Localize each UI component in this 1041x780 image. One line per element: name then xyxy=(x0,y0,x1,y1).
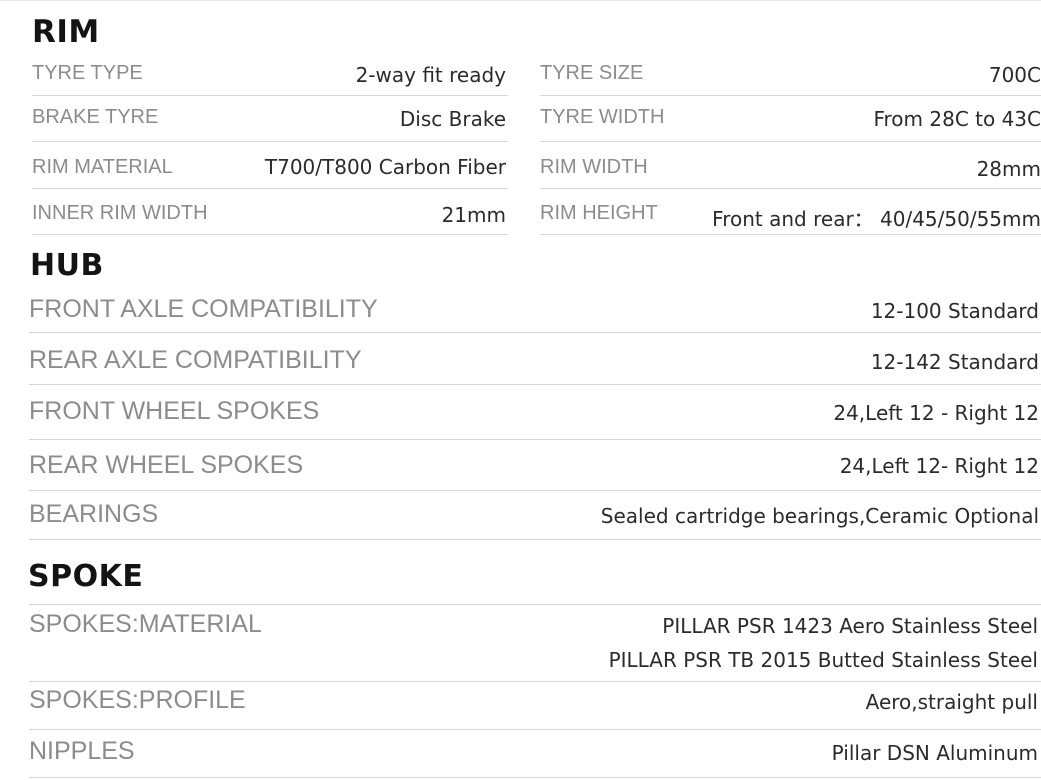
spec-value: 12-100 Standard xyxy=(870,299,1039,323)
row-divider xyxy=(540,234,1041,235)
row-divider xyxy=(29,439,1041,440)
row-divider xyxy=(29,539,1041,540)
spec-label: INNER RIM WIDTH xyxy=(32,202,208,224)
top-border xyxy=(0,0,1041,1)
row-divider xyxy=(29,777,1041,778)
row-divider xyxy=(29,384,1041,385)
row-divider xyxy=(29,490,1041,491)
spec-value: 28mm xyxy=(976,157,1041,181)
spec-label: TYRE TYPE xyxy=(32,62,143,84)
row-divider xyxy=(32,95,508,96)
spec-label: SPOKES:MATERIAL xyxy=(29,610,262,638)
spec-label: SPOKES:PROFILE xyxy=(29,686,246,714)
spec-label: RIM HEIGHT xyxy=(540,202,658,224)
spec-value: Front and rear： 40/45/50/55mm xyxy=(712,207,1041,231)
row-divider xyxy=(32,234,508,235)
spec-value: Disc Brake xyxy=(399,107,506,131)
spec-label: FRONT WHEEL SPOKES xyxy=(29,397,320,425)
spec-label: RIM WIDTH xyxy=(540,156,648,178)
spec-label: NIPPLES xyxy=(29,737,135,765)
spec-label: BEARINGS xyxy=(29,500,159,528)
spec-value: PILLAR PSR 1423 Aero Stainless Steel xyxy=(662,614,1038,638)
row-divider xyxy=(540,188,1041,189)
row-divider xyxy=(32,188,508,189)
spec-value: 12-142 Standard xyxy=(870,350,1039,374)
spec-value: Aero,straight pull xyxy=(865,690,1038,714)
spec-value: 24,Left 12 - Right 12 xyxy=(833,401,1039,425)
spec-value: T700/T800 Carbon Fiber xyxy=(264,155,506,179)
row-divider xyxy=(32,141,508,142)
spec-value: From 28C to 43C xyxy=(873,107,1041,131)
spec-value: 2-way fit ready xyxy=(355,63,506,87)
spec-label: REAR AXLE COMPATIBILITY xyxy=(29,346,362,374)
spec-label: REAR WHEEL SPOKES xyxy=(29,451,304,479)
row-divider xyxy=(540,95,1041,96)
spec-label: TYRE WIDTH xyxy=(540,106,665,128)
rim-title: RIM xyxy=(32,14,100,50)
hub-title: HUB xyxy=(30,248,104,283)
row-divider xyxy=(29,332,1041,333)
spec-label: FRONT AXLE COMPATIBILITY xyxy=(29,295,378,323)
row-divider xyxy=(29,604,1041,605)
spoke-title: SPOKE xyxy=(28,559,144,594)
spec-label: RIM MATERIAL xyxy=(32,156,173,178)
spec-value-secondary: PILLAR PSR TB 2015 Butted Stainless Stee… xyxy=(608,648,1038,672)
spec-value: Pillar DSN Aluminum xyxy=(831,741,1038,765)
row-divider xyxy=(29,729,1041,730)
row-divider xyxy=(540,141,1041,142)
spec-value: 21mm xyxy=(441,203,506,227)
spec-label: BRAKE TYRE xyxy=(32,106,159,128)
spec-label: TYRE SIZE xyxy=(540,62,644,84)
spec-value: Sealed cartridge bearings,Ceramic Option… xyxy=(600,504,1039,528)
spec-value: 700C xyxy=(988,63,1041,87)
row-divider xyxy=(29,681,1041,682)
spec-value: 24,Left 12- Right 12 xyxy=(839,454,1039,478)
